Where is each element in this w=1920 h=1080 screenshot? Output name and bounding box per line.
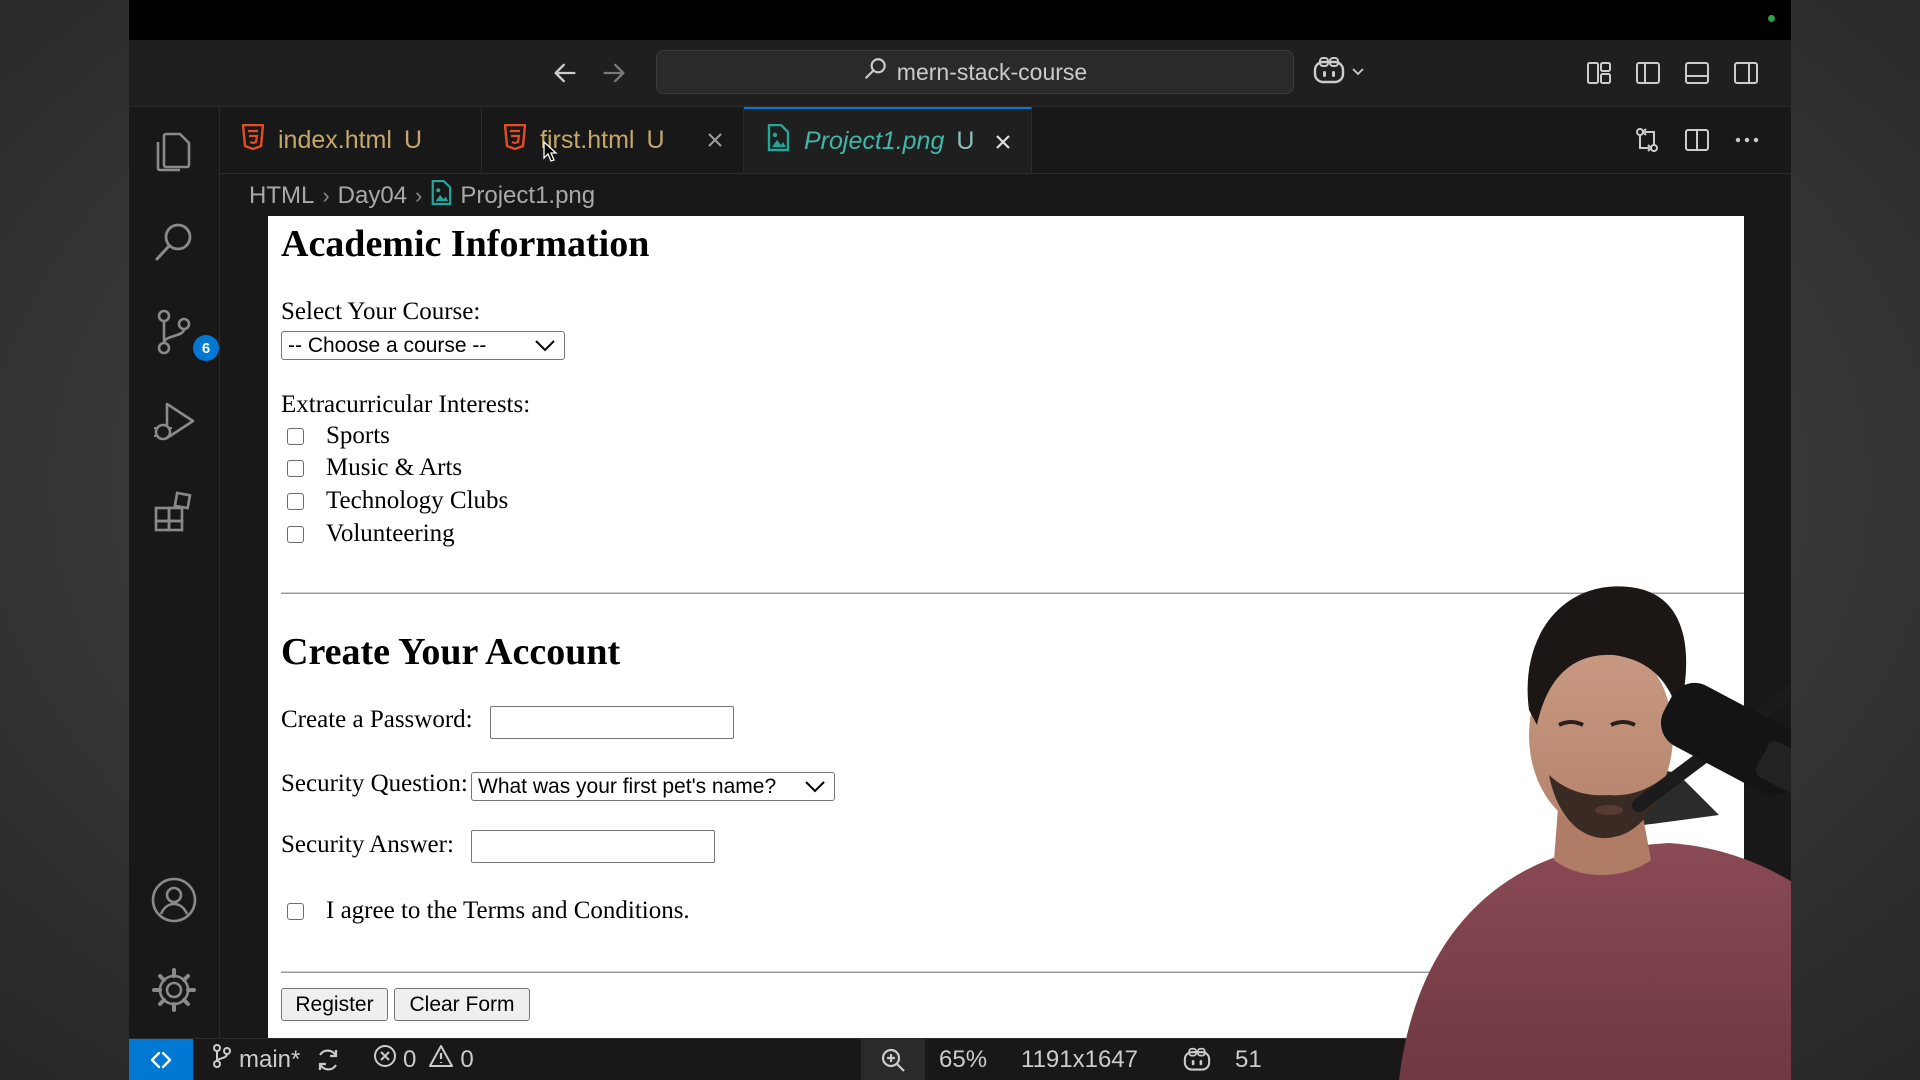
- copilot-icon[interactable]: [1182, 1039, 1212, 1080]
- register-button: Register: [281, 988, 388, 1021]
- close-icon[interactable]: [991, 130, 1015, 154]
- breadcrumb: HTML › Day04 › Project1.png: [249, 176, 595, 216]
- security-question-value: What was your first pet's name?: [478, 774, 777, 798]
- chevron-down-icon: [804, 777, 826, 801]
- branch-status[interactable]: main*: [211, 1039, 300, 1080]
- tab-untracked-status: U: [646, 125, 665, 154]
- html5-icon: [503, 123, 527, 157]
- zoom-icon[interactable]: [861, 1039, 925, 1080]
- account-icon[interactable]: [149, 875, 199, 925]
- problems-status[interactable]: 0 0: [373, 1039, 474, 1080]
- breadcrumb-item-file[interactable]: Project1.png: [460, 182, 595, 210]
- chevron-down-icon: [1350, 63, 1366, 84]
- error-icon: [373, 1044, 397, 1075]
- git-branch-icon: [211, 1043, 233, 1076]
- toggle-secondary-sidebar-icon[interactable]: [1727, 54, 1765, 92]
- source-control-icon[interactable]: 6: [149, 307, 219, 361]
- interest-label: Volunteering: [326, 520, 455, 547]
- source-control-badge: 6: [193, 335, 219, 361]
- image-file-icon: [766, 123, 790, 159]
- forward-arrow-icon[interactable]: [594, 53, 634, 93]
- chevron-right-icon: ›: [415, 183, 423, 208]
- files-icon[interactable]: [149, 127, 199, 177]
- title-bar: mern-stack-course: [129, 40, 1791, 107]
- interest-label: Sports: [326, 422, 390, 449]
- top-black-bar: [129, 0, 1791, 40]
- tab-index-html[interactable]: index.html U: [220, 107, 482, 173]
- chevron-down-icon: [534, 336, 556, 360]
- image-file-icon: [430, 179, 452, 213]
- toggle-panel-icon[interactable]: [1678, 54, 1716, 92]
- interest-volunteering: Volunteering: [287, 520, 455, 548]
- password-field: [490, 706, 734, 739]
- security-question-select: What was your first pet's name?: [471, 772, 835, 801]
- terms-label: I agree to the Terms and Conditions.: [326, 897, 690, 924]
- gear-icon[interactable]: [149, 965, 199, 1015]
- run-debug-icon[interactable]: [149, 397, 199, 447]
- password-label: Create a Password:: [281, 706, 473, 733]
- interest-label: Music & Arts: [326, 454, 463, 481]
- mouse-cursor-icon: [542, 140, 558, 170]
- activity-bar: 6: [129, 107, 220, 1039]
- split-editor-icon[interactable]: [1678, 121, 1716, 159]
- checkbox: [287, 902, 304, 920]
- back-arrow-icon[interactable]: [545, 53, 585, 93]
- breadcrumb-item-html[interactable]: HTML: [249, 182, 314, 210]
- terms-row: I agree to the Terms and Conditions.: [287, 897, 690, 925]
- interest-music-arts: Music & Arts: [287, 454, 462, 482]
- search-icon[interactable]: [149, 217, 199, 267]
- checkbox: [287, 427, 304, 445]
- interests-label: Extracurricular Interests:: [281, 391, 531, 418]
- green-status-dot: [1768, 15, 1775, 22]
- warning-count: 0: [460, 1045, 474, 1073]
- breadcrumb-item-day04[interactable]: Day04: [338, 182, 407, 210]
- interest-technology-clubs: Technology Clubs: [287, 487, 508, 515]
- account-heading: Create Your Account: [281, 631, 621, 673]
- close-icon[interactable]: [703, 128, 727, 152]
- course-label: Select Your Course:: [281, 298, 481, 325]
- checkbox: [287, 459, 304, 477]
- course-select: -- Choose a course --: [281, 331, 565, 360]
- image-dimensions: 1191x1647: [1021, 1045, 1138, 1073]
- security-answer-field: [471, 830, 715, 863]
- file-size-partial: 51: [1235, 1045, 1262, 1073]
- academic-heading: Academic Information: [281, 223, 650, 265]
- tab-untracked-status: U: [956, 126, 975, 155]
- tab-label: Project1.png: [804, 126, 945, 155]
- search-icon: [863, 56, 889, 88]
- chevron-right-icon: ›: [322, 183, 330, 208]
- html5-icon: [241, 123, 265, 157]
- copilot-menu[interactable]: [1312, 54, 1366, 92]
- command-center-search[interactable]: mern-stack-course: [656, 50, 1294, 94]
- remote-indicator-icon[interactable]: [129, 1039, 193, 1080]
- interest-label: Technology Clubs: [326, 487, 509, 514]
- webcam-overlay: [1389, 575, 1791, 1080]
- tab-first-html[interactable]: first.html U: [482, 107, 744, 173]
- toggle-primary-sidebar-icon[interactable]: [1629, 54, 1667, 92]
- sync-icon[interactable]: [315, 1039, 341, 1080]
- extensions-icon[interactable]: [149, 487, 199, 537]
- security-question-label: Security Question:: [281, 770, 468, 797]
- tab-label: index.html: [278, 125, 392, 154]
- checkbox: [287, 525, 304, 543]
- tab-untracked-status: U: [403, 125, 423, 154]
- vscode-window: mern-stack-course 6 index.html U first.h…: [129, 0, 1791, 1080]
- security-answer-label: Security Answer:: [281, 831, 454, 858]
- customize-layout-icon[interactable]: [1580, 54, 1618, 92]
- course-select-value: -- Choose a course --: [288, 333, 487, 357]
- tab-project1-png[interactable]: Project1.png U: [744, 107, 1032, 173]
- error-count: 0: [403, 1045, 417, 1073]
- command-center-text: mern-stack-course: [896, 58, 1088, 85]
- more-actions-icon[interactable]: [1728, 121, 1766, 159]
- interest-sports: Sports: [287, 422, 390, 450]
- editor-tab-bar: index.html U first.html U Project1.png U: [220, 107, 1791, 174]
- branch-name: main*: [239, 1045, 301, 1073]
- clear-form-button: Clear Form: [394, 988, 530, 1021]
- open-changes-icon[interactable]: [1628, 121, 1666, 159]
- warning-icon: [428, 1044, 454, 1075]
- zoom-level[interactable]: 65%: [939, 1039, 987, 1080]
- copilot-icon: [1312, 56, 1346, 91]
- checkbox: [287, 492, 304, 510]
